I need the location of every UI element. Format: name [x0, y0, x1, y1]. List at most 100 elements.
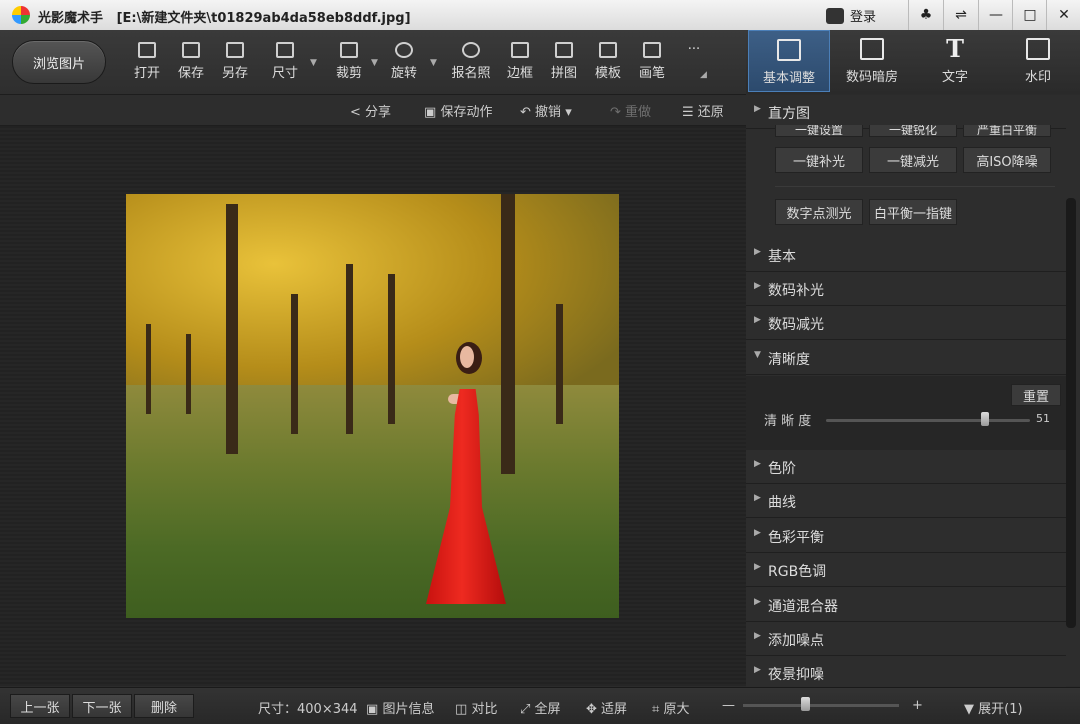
section-add-noise[interactable]: ▶ 添加噪点 — [746, 622, 1066, 656]
quick-button-cut-2[interactable]: 一键锐化 — [869, 125, 957, 137]
browse-images-button[interactable]: 浏览图片 — [12, 40, 106, 84]
section-levels[interactable]: ▶ 色阶 — [746, 450, 1066, 484]
text-icon: T — [946, 34, 964, 63]
zoom-slider-handle[interactable] — [801, 697, 811, 711]
template-button[interactable]: 模板 — [586, 40, 630, 86]
login-button[interactable]: 登录 — [826, 6, 876, 25]
save-action-button[interactable]: ▣ 保存动作 — [424, 101, 492, 120]
redo-icon: ↷ — [610, 105, 621, 120]
sharpness-slider[interactable] — [826, 419, 1030, 422]
brush-button[interactable]: 画笔 — [630, 40, 674, 86]
crop-button[interactable]: 裁剪 — [327, 40, 371, 86]
right-tab-bar: 基本调整 数码暗房 T 文字 水印 — [746, 30, 1080, 94]
user-icon — [826, 7, 844, 24]
close-button[interactable]: ✕ — [1046, 0, 1080, 30]
section-fill-light[interactable]: ▶ 数码补光 — [746, 272, 1066, 306]
collage-button[interactable]: 拼图 — [542, 40, 586, 86]
rotate-icon — [395, 42, 413, 58]
section-curves[interactable]: ▶ 曲线 — [746, 484, 1066, 518]
restore-icon: ☰ — [682, 105, 694, 120]
share-icon: < — [350, 105, 361, 120]
save-as-icon — [226, 42, 244, 58]
resize-icon — [276, 42, 294, 58]
login-label: 登录 — [850, 10, 877, 25]
border-button[interactable]: 边框 — [498, 40, 542, 86]
info-icon: ▣ — [366, 702, 379, 717]
image-size: 尺寸：400×344 — [258, 702, 358, 717]
id-photo-icon — [462, 42, 480, 58]
fit-screen-icon: ✥ — [586, 702, 597, 717]
section-histogram[interactable]: ▶ 直方图 — [746, 95, 1066, 129]
fullscreen-button[interactable]: ⤢ 全屏 — [520, 698, 561, 717]
id-photo-button[interactable]: 报名照 — [449, 40, 493, 86]
original-size-button[interactable]: ⌗ 原大 — [652, 698, 689, 717]
skin-button[interactable]: ♣ — [908, 0, 943, 30]
fit-screen-button[interactable]: ✥ 适屏 — [586, 698, 627, 717]
minimize-button[interactable]: — — [978, 0, 1013, 30]
more-dropdown-icon[interactable]: ◢ — [700, 70, 707, 80]
compare-icon: ◫ — [455, 702, 468, 717]
tab-darkroom[interactable]: 数码暗房 — [831, 30, 913, 92]
delete-button[interactable]: 删除 — [134, 694, 194, 718]
sharpness-slider-handle[interactable] — [981, 412, 990, 426]
section-basic[interactable]: ▶ 基本 — [746, 238, 1066, 272]
compare-button[interactable]: ◫ 对比 — [455, 698, 497, 717]
spot-metering-button[interactable]: 数字点测光 — [775, 199, 863, 225]
tab-watermark[interactable]: 水印 — [997, 30, 1079, 92]
section-rgb-tone[interactable]: ▶ RGB色调 — [746, 553, 1066, 587]
resize-button[interactable]: 尺寸 — [263, 40, 307, 86]
zoom-slider[interactable] — [743, 704, 899, 707]
expand-icon: ▼ — [964, 702, 974, 717]
zoom-out-button[interactable]: — — [722, 698, 735, 713]
quick-button-cut-1[interactable]: 一键设置 — [775, 125, 863, 137]
high-iso-denoise-button[interactable]: 高ISO降噪 — [963, 147, 1051, 173]
restore-button[interactable]: ☰ 还原 — [682, 101, 724, 120]
redo-button[interactable]: ↷ 重做 — [610, 101, 651, 120]
border-icon — [511, 42, 529, 58]
undo-dropdown-icon[interactable]: ▾ — [565, 105, 572, 120]
menu-button[interactable]: ⇌ — [943, 0, 978, 30]
quick-button-cut-3[interactable]: 严重白平衡 — [963, 125, 1051, 137]
next-image-button[interactable]: 下一张 — [72, 694, 132, 718]
section-channel-mixer[interactable]: ▶ 通道混合器 — [746, 588, 1066, 622]
title-bar: 光影魔术手 [E:\新建文件夹\t01829ab4da58eb8ddf.jpg]… — [0, 0, 1080, 31]
section-color-balance[interactable]: ▶ 色彩平衡 — [746, 519, 1066, 553]
zoom-in-button[interactable]: + — [912, 698, 923, 713]
auto-reduce-light-button[interactable]: 一键减光 — [869, 147, 957, 173]
save-button[interactable]: 保存 — [169, 40, 213, 86]
more-tools-button[interactable]: ··· — [672, 42, 716, 88]
reset-button[interactable]: 重置 — [1011, 384, 1061, 406]
expand-button[interactable]: ▼ 展开(1) — [964, 698, 1023, 717]
resize-dropdown-icon[interactable]: ▼ — [310, 58, 317, 68]
white-balance-button[interactable]: 白平衡一指键 — [869, 199, 957, 225]
darkroom-icon — [860, 38, 884, 60]
collapse-arrow-icon: ▼ — [754, 350, 761, 360]
open-image-icon — [138, 42, 156, 58]
adjust-panel: ▶ 直方图 一键设置 一键锐化 严重白平衡 一键补光 一键减光 高ISO降噪 数字… — [746, 95, 1080, 690]
image-info-button[interactable]: ▣ 图片信息 — [366, 698, 434, 717]
maximize-button[interactable]: □ — [1012, 0, 1047, 30]
rotate-dropdown-icon[interactable]: ▼ — [430, 58, 437, 68]
save-as-button[interactable]: 另存 — [213, 40, 257, 86]
tab-basic-adjust[interactable]: 基本调整 — [748, 30, 830, 92]
brush-icon — [643, 42, 661, 58]
panel-scrollbar[interactable] — [1066, 198, 1076, 628]
undo-button[interactable]: ↶ 撤销 ▾ — [520, 101, 572, 120]
section-reduce-light[interactable]: ▶ 数码减光 — [746, 306, 1066, 340]
crop-dropdown-icon[interactable]: ▼ — [371, 58, 378, 68]
tab-text[interactable]: T 文字 — [914, 30, 996, 92]
section-sharpness[interactable]: ▼ 清晰度 — [746, 341, 1066, 375]
main-toolbar: 浏览图片 打开 保存 另存 尺寸 ▼ 裁剪 ▼ 旋转 ▼ 报名照 边框 拼图 模… — [0, 30, 746, 95]
template-icon — [599, 42, 617, 58]
rotate-button[interactable]: 旋转 — [382, 40, 426, 86]
app-name: 光影魔术手 — [38, 11, 104, 26]
open-button[interactable]: 打开 — [125, 40, 169, 86]
divider — [775, 186, 1055, 187]
prev-image-button[interactable]: 上一张 — [10, 694, 70, 718]
action-bar: < 分享 ▣ 保存动作 ↶ 撤销 ▾ ↷ 重做 ☰ 还原 — [0, 95, 746, 126]
auto-fill-light-button[interactable]: 一键补光 — [775, 147, 863, 173]
save-action-icon: ▣ — [424, 105, 437, 120]
share-button[interactable]: < 分享 — [350, 101, 391, 120]
section-night-denoise[interactable]: ▶ 夜景抑噪 — [746, 656, 1066, 690]
app-logo-icon — [12, 6, 30, 24]
